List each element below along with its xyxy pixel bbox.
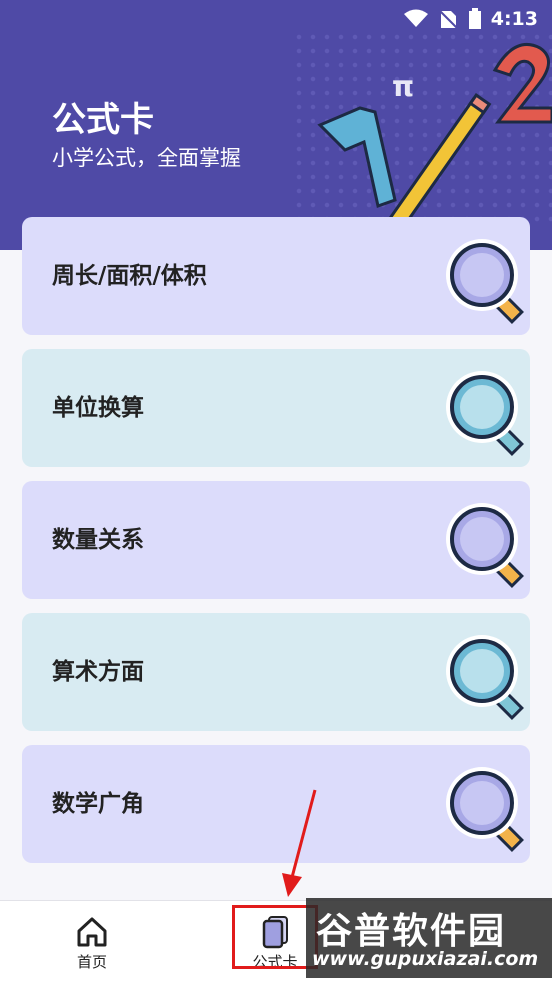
card-label: 数量关系 [52, 527, 144, 553]
watermark: 谷普软件园 www.gupuxiazai.com [306, 898, 552, 978]
status-bar: 4:13 [0, 0, 552, 38]
page-title: 公式卡 [52, 100, 154, 140]
card-arithmetic[interactable]: 算术方面 [22, 613, 530, 731]
battery-icon [469, 8, 481, 29]
wifi-icon [404, 9, 428, 27]
magnifier-icon [446, 503, 524, 588]
tab-label: 首页 [76, 953, 107, 971]
card-label: 算术方面 [52, 659, 144, 685]
tab-home[interactable]: 首页 [42, 915, 142, 972]
status-time: 4:13 [490, 8, 538, 30]
card-label: 周长/面积/体积 [52, 263, 207, 289]
status-icons [404, 8, 482, 30]
svg-text:π: π [392, 70, 414, 103]
card-unit-conversion[interactable]: 单位换算 [22, 349, 530, 467]
watermark-url: www.gupuxiazai.com [312, 948, 539, 970]
page-subtitle: 小学公式，全面掌握 [52, 146, 241, 170]
magnifier-icon [446, 767, 524, 852]
watermark-title: 谷普软件园 [316, 911, 507, 952]
magnifier-icon [446, 239, 524, 324]
card-perimeter-area-volume[interactable]: 周长/面积/体积 [22, 217, 530, 335]
card-label: 单位换算 [52, 395, 144, 421]
magnifier-icon [446, 371, 524, 456]
home-icon [77, 917, 107, 947]
no-sim-icon [438, 9, 458, 29]
card-label: 数学广角 [52, 791, 144, 817]
annotation-arrow [282, 789, 317, 897]
magnifier-icon [446, 635, 524, 720]
header-banner: π 4:13 公式卡 小学公式，全面掌握 [0, 0, 552, 250]
card-quantity-relations[interactable]: 数量关系 [22, 481, 530, 599]
